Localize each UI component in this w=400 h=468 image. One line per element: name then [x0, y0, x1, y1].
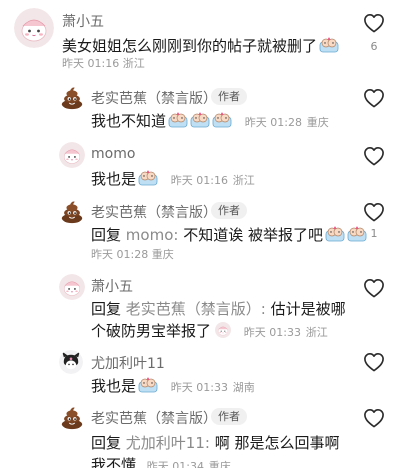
comment-meta: 昨天 01:16 浙江 — [62, 56, 145, 72]
comment-location: 重庆 — [306, 116, 329, 129]
comment-body: 我也是 — [91, 170, 137, 188]
sticker-emoji-icon — [325, 226, 345, 242]
reply-prefix: 回复 — [91, 226, 122, 244]
avatar[interactable] — [59, 350, 83, 374]
like-heart-icon[interactable] — [363, 88, 385, 108]
commenter-name[interactable]: 萧小五 — [62, 11, 104, 31]
like-heart-icon[interactable] — [363, 146, 385, 166]
like-heart-icon[interactable] — [363, 352, 385, 372]
sticker-emoji-icon — [138, 170, 158, 186]
sticker-emoji-icon — [138, 377, 158, 393]
comment-body: 我也不知道 — [91, 112, 167, 130]
comment-item: 萧小五 美女姐姐怎么刚刚到你的帖子就被删了 昨天 01:16 浙江 6 — [0, 0, 400, 78]
like-heart-icon[interactable] — [363, 202, 385, 222]
comment-location: 重庆 — [208, 460, 231, 468]
avatar[interactable] — [59, 142, 85, 168]
commenter-name[interactable]: 萧小五 — [91, 276, 133, 296]
sticker-emoji-icon — [168, 112, 188, 128]
avatar[interactable] — [59, 84, 85, 110]
comment-body: 美女姐姐怎么刚刚到你的帖子就被删了 — [62, 37, 318, 55]
comment-text-line2: 个破防男宝举报了 昨天 01:33 浙江 — [91, 320, 328, 344]
comment-body-line2: 个破防男宝举报了 — [91, 322, 212, 340]
sticker-emoji-icon — [212, 112, 232, 128]
comment-body-line1: 啊 那是怎么回事啊 — [214, 434, 340, 452]
comment-text-line2: 我不懂 昨天 01:34 重庆 — [91, 454, 231, 468]
comment-location: 重庆 — [151, 248, 174, 261]
comment-time: 昨天 01:33 — [170, 381, 228, 394]
like-heart-icon[interactable] — [363, 13, 385, 33]
comment-body-line1: 估计是被哪 — [270, 300, 346, 318]
sticker-emoji-icon — [319, 37, 339, 53]
comment-location: 浙江 — [232, 174, 255, 187]
sticker-emoji-icon — [213, 322, 233, 338]
like-heart-icon[interactable] — [363, 408, 385, 428]
comment-location: 湖南 — [232, 381, 255, 394]
author-badge: 作者 — [211, 202, 247, 219]
reply-item: momo 我也是 昨天 01:16 浙江 — [0, 138, 400, 194]
avatar[interactable] — [59, 274, 85, 300]
avatar[interactable] — [59, 404, 85, 430]
comment-text: 回复 尤加利叶11: 啊 那是怎么回事啊 — [91, 432, 340, 454]
comment-location: 浙江 — [305, 326, 328, 339]
like-count: 6 — [370, 40, 378, 53]
reply-item: 尤加利叶11 我也是 昨天 01:33 湖南 — [0, 350, 400, 400]
like-count: 1 — [370, 227, 378, 240]
reply-item: 老实芭蕉（禁言版） 作者 回复 尤加利叶11: 啊 那是怎么回事啊 我不懂 昨天… — [0, 402, 400, 468]
comment-text: 我也是 昨天 01:33 湖南 — [91, 375, 255, 399]
reply-prefix: 回复 — [91, 434, 122, 452]
commenter-name[interactable]: 老实芭蕉（禁言版） — [91, 202, 217, 222]
reply-prefix: 回复 — [91, 300, 122, 318]
sticker-emoji-icon — [190, 112, 210, 128]
commenter-name[interactable]: 尤加利叶11 — [91, 353, 165, 373]
comment-time: 昨天 01:28 — [91, 248, 149, 261]
avatar[interactable] — [14, 8, 54, 48]
comment-text: 回复 momo: 不知道诶 被举报了吧 — [91, 224, 367, 246]
reply-item: 老实芭蕉（禁言版） 作者 回复 momo: 不知道诶 被举报了吧 昨天 01:2… — [0, 196, 400, 268]
comment-meta: 昨天 01:28 重庆 — [91, 247, 174, 263]
comment-time: 昨天 01:16 — [170, 174, 228, 187]
author-badge: 作者 — [211, 88, 247, 105]
comment-time: 昨天 01:33 — [243, 326, 301, 339]
comment-body: 不知道诶 被举报了吧 — [183, 226, 323, 244]
commenter-name[interactable]: 老实芭蕉（禁言版） — [91, 88, 217, 108]
avatar[interactable] — [59, 198, 85, 224]
commenter-name[interactable]: 老实芭蕉（禁言版） — [91, 408, 217, 428]
reply-target[interactable]: momo: — [126, 226, 179, 244]
comment-text: 我也不知道 昨天 01:28 重庆 — [91, 110, 329, 134]
reply-target[interactable]: 尤加利叶11: — [126, 434, 210, 452]
reply-item: 老实芭蕉（禁言版） 作者 我也不知道 昨天 01:28 重庆 — [0, 80, 400, 136]
like-heart-icon[interactable] — [363, 278, 385, 298]
comment-time: 昨天 01:28 — [244, 116, 302, 129]
comment-text: 回复 老实芭蕉（禁言版）: 估计是被哪 — [91, 298, 346, 320]
comment-text: 美女姐姐怎么刚刚到你的帖子就被删了 — [62, 35, 339, 57]
comment-time: 昨天 01:34 — [146, 460, 204, 468]
comment-time: 昨天 01:16 — [62, 57, 120, 70]
author-badge: 作者 — [211, 408, 247, 425]
reply-target[interactable]: 老实芭蕉（禁言版）: — [126, 300, 266, 318]
comment-body: 我也是 — [91, 377, 137, 395]
comment-body-line2: 我不懂 — [91, 456, 137, 468]
comment-location: 浙江 — [122, 57, 145, 70]
comment-text: 我也是 昨天 01:16 浙江 — [91, 168, 255, 192]
reply-item: 萧小五 回复 老实芭蕉（禁言版）: 估计是被哪 个破防男宝举报了 昨天 01:3… — [0, 272, 400, 348]
commenter-name[interactable]: momo — [91, 146, 135, 162]
